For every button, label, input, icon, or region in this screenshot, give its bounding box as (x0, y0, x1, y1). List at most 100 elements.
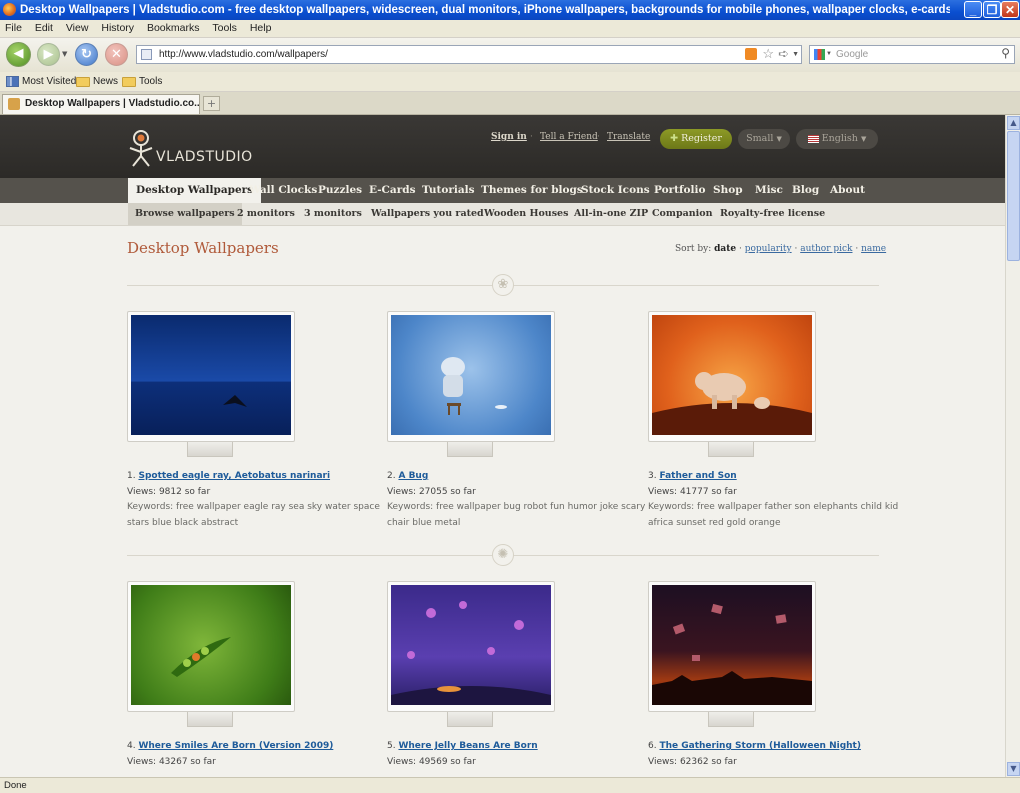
scrollbar-thumb[interactable] (1007, 131, 1020, 261)
tab-desktop-wallpapers[interactable]: Desktop Wallpapers | Vladstudio.co... (2, 94, 200, 114)
wallpaper-title-link[interactable]: A Bug (398, 471, 428, 481)
text-size-dropdown[interactable]: Small ▼ (738, 129, 790, 149)
bookmark-tools[interactable]: Tools (122, 72, 162, 91)
subnav-browse-wallpapers[interactable]: Browse wallpapers (128, 203, 242, 225)
menu-history[interactable]: History (101, 22, 134, 34)
nav-desktop-wallpapers[interactable]: Desktop Wallpapers (128, 178, 262, 203)
bookmark-news[interactable]: News (76, 72, 118, 91)
nav-portfolio[interactable]: Portfolio (654, 178, 706, 203)
search-icon[interactable]: ⚲ (1001, 45, 1010, 62)
nav-misc[interactable]: Misc (755, 178, 783, 203)
history-dropdown-icon[interactable]: ▼ (62, 50, 67, 58)
wallpaper-caption: 3. Father and Son Views: 41777 so far Ke… (648, 469, 908, 531)
bookmark-most-visited[interactable]: Most Visited (6, 72, 76, 91)
nav-about[interactable]: About (830, 178, 865, 203)
subnav-wooden-houses[interactable]: Wooden Houses (484, 203, 568, 225)
sort-author-pick-link[interactable]: author pick (800, 244, 852, 254)
subnav-royalty-free-license[interactable]: Royalty-free license (720, 203, 825, 225)
chevron-down-icon: ▼ (776, 135, 782, 143)
new-tab-button[interactable]: + (203, 96, 220, 111)
subnav-2-monitors[interactable]: 2 monitors (237, 203, 295, 225)
wallpaper-caption: 1. Spotted eagle ray, Aetobatus narinari… (127, 469, 387, 531)
site-header: VLADSTUDIO Sign in · Tell a Friend · Tra… (0, 115, 1005, 178)
wallpaper-caption: 6. The Gathering Storm (Halloween Night)… (648, 739, 908, 770)
sort-controls: Sort by: date · popularity · author pick… (675, 244, 887, 254)
wallpaper-thumbnail-the-gathering-storm[interactable] (652, 585, 812, 705)
google-icon[interactable] (814, 49, 825, 60)
nav-e-cards[interactable]: E-Cards (369, 178, 416, 203)
monitor-frame[interactable] (127, 311, 295, 442)
wallpaper-caption: 4. Where Smiles Are Born (Version 2009) … (127, 739, 387, 770)
most-visited-icon (6, 76, 19, 87)
monitor-stand (187, 442, 233, 457)
monitor-frame[interactable] (387, 581, 555, 712)
monitor-stand (447, 442, 493, 457)
menu-edit[interactable]: Edit (35, 22, 53, 34)
bookmark-star-icon[interactable]: ☆ (762, 45, 774, 62)
nav-wall-clocks[interactable]: Wall Clocks (249, 178, 317, 203)
go-arrow-icon[interactable]: ➪ (778, 45, 789, 62)
sort-popularity-link[interactable]: popularity (745, 244, 792, 254)
monitor-stand (447, 712, 493, 727)
monitor-frame[interactable] (127, 581, 295, 712)
scroll-down-arrow-icon[interactable]: ▼ (1007, 762, 1020, 776)
bookmarks-toolbar: Most Visited News Tools (0, 72, 1020, 92)
scroll-up-arrow-icon[interactable]: ▲ (1007, 116, 1020, 130)
nav-shop[interactable]: Shop (713, 178, 743, 203)
search-box[interactable]: ▼ Google ⚲ (809, 45, 1015, 64)
stop-button[interactable]: ✕ (105, 43, 128, 66)
vertical-scrollbar[interactable]: ▲ ▼ (1005, 115, 1020, 777)
register-icon: ✚ (670, 133, 679, 144)
url-dropdown-icon[interactable]: ▼ (792, 46, 799, 63)
nav-stock-icons[interactable]: Stock Icons (581, 178, 650, 203)
nav-tutorials[interactable]: Tutorials (422, 178, 475, 203)
wallpaper-thumbnail-where-smiles-are-born[interactable] (131, 585, 291, 705)
forward-button[interactable]: ▶ (37, 43, 60, 66)
search-engine-dropdown-icon[interactable]: ▼ (826, 46, 832, 63)
nav-blog[interactable]: Blog (792, 178, 819, 203)
translate-link[interactable]: Translate (607, 132, 650, 142)
address-url: http://www.vladstudio.com/wallpapers/ (159, 49, 328, 60)
rss-icon[interactable] (745, 48, 757, 60)
tell-a-friend-link[interactable]: Tell a Friend (540, 132, 598, 142)
status-text: Done (4, 780, 27, 791)
language-dropdown[interactable]: English ▼ (796, 129, 878, 149)
wallpaper-title-link[interactable]: Where Smiles Are Born (Version 2009) (138, 741, 333, 751)
subnav-wallpapers-you-rated[interactable]: Wallpapers you rated (371, 203, 484, 225)
wallpaper-views: Views: 27055 so far (387, 486, 476, 497)
wallpaper-title-link[interactable]: The Gathering Storm (Halloween Night) (659, 741, 861, 751)
menu-view[interactable]: View (66, 22, 89, 34)
address-bar[interactable]: http://www.vladstudio.com/wallpapers/ ☆ … (136, 45, 802, 64)
wallpaper-thumbnail-father-and-son[interactable] (652, 315, 812, 435)
pea-pod-icon (171, 637, 231, 677)
subnav-3-monitors[interactable]: 3 monitors (304, 203, 362, 225)
nav-themes-for-blogs[interactable]: Themes for blogs (481, 178, 583, 203)
sort-name-link[interactable]: name (861, 244, 886, 254)
nav-puzzles[interactable]: Puzzles (318, 178, 362, 203)
close-button[interactable]: ✕ (1001, 1, 1019, 18)
monitor-frame[interactable] (648, 311, 816, 442)
wallpaper-thumbnail-a-bug[interactable] (391, 315, 551, 435)
sign-in-link[interactable]: Sign in (491, 132, 527, 142)
back-button[interactable]: ◀ (6, 42, 31, 67)
menu-bookmarks[interactable]: Bookmarks (147, 22, 200, 34)
menu-tools[interactable]: Tools (212, 22, 237, 34)
wallpaper-title-link[interactable]: Where Jelly Beans Are Born (398, 741, 537, 751)
main-navigation: Desktop Wallpapers Wall Clocks Puzzles E… (0, 178, 1005, 203)
wallpaper-thumbnail-eagle-ray[interactable] (131, 315, 291, 435)
wallpaper-title-link[interactable]: Spotted eagle ray, Aetobatus narinari (138, 471, 330, 481)
menu-help[interactable]: Help (250, 22, 272, 34)
menu-file[interactable]: File (5, 22, 22, 34)
tab-bar: Desktop Wallpapers | Vladstudio.co... + (0, 92, 1020, 115)
monitor-frame[interactable] (648, 581, 816, 712)
register-button[interactable]: ✚ Register (660, 129, 732, 149)
wallpaper-title-link[interactable]: Father and Son (659, 471, 736, 481)
site-logo[interactable]: VLADSTUDIO (126, 129, 256, 169)
subnav-all-in-one-zip[interactable]: All-in-one ZIP (574, 203, 648, 225)
monitor-frame[interactable] (387, 311, 555, 442)
wallpaper-thumbnail-where-jelly-beans-are-born[interactable] (391, 585, 551, 705)
maximize-button[interactable]: ❐ (983, 1, 1001, 18)
reload-button[interactable]: ↻ (75, 43, 98, 66)
minimize-button[interactable]: _ (964, 1, 982, 18)
subnav-companion[interactable]: Companion (652, 203, 713, 225)
